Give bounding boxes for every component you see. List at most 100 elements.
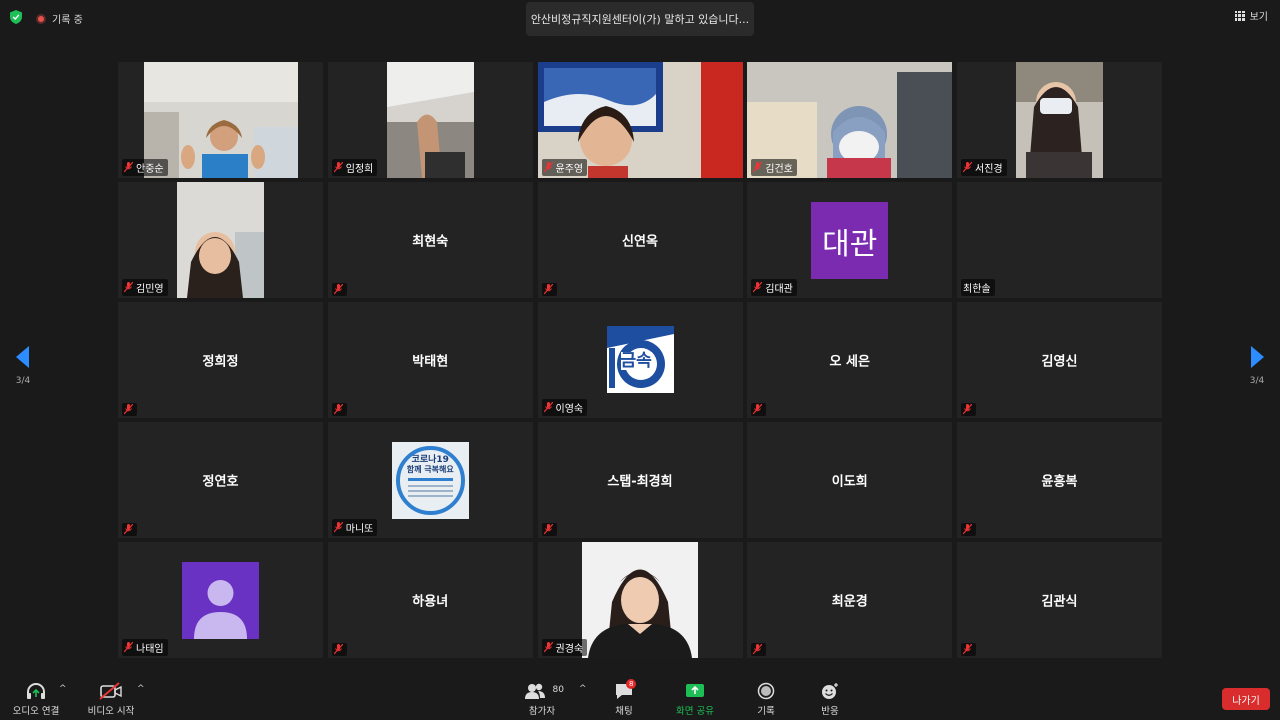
- participant-tile[interactable]: 오 세은: [747, 302, 953, 418]
- participant-display-name: 오 세은: [829, 354, 870, 370]
- participant-name-label: 권경숙: [541, 639, 588, 656]
- record-icon: [757, 682, 775, 700]
- mic-muted-icon: [963, 524, 972, 535]
- mic-muted-icon: [333, 522, 343, 533]
- participant-name-label: 이영숙: [541, 399, 588, 416]
- record-button[interactable]: 기록: [748, 682, 784, 717]
- participant-tile[interactable]: 이도희: [747, 422, 953, 538]
- participant-name-label: [961, 403, 976, 416]
- participant-name-label: [331, 403, 347, 416]
- audio-options-caret[interactable]: ^: [59, 684, 67, 694]
- default-avatar: [182, 562, 259, 639]
- participant-name-label: 서진경: [961, 159, 1007, 176]
- mic-muted-icon: [963, 644, 972, 655]
- participant-tile[interactable]: 신연옥: [537, 182, 743, 298]
- mic-muted-icon: [124, 404, 133, 415]
- participant-tile[interactable]: 김건호: [747, 62, 953, 178]
- shield-icon[interactable]: [10, 10, 22, 24]
- participants-options-caret[interactable]: ^: [579, 684, 587, 694]
- participant-display-name: 최운경: [831, 594, 868, 610]
- arrow-right-icon: [1251, 346, 1264, 368]
- mic-muted-icon: [124, 282, 133, 293]
- participant-tile[interactable]: 나태임: [118, 542, 323, 658]
- mic-muted-icon: [753, 644, 763, 655]
- mic-muted-icon: [124, 642, 133, 653]
- participant-tile[interactable]: 대관 김대관: [747, 182, 953, 298]
- participant-name-label: [751, 403, 767, 416]
- participant-name-label: 김대관: [751, 279, 797, 296]
- mic-muted-icon: [543, 642, 553, 653]
- participant-tile[interactable]: 박태현: [327, 302, 533, 418]
- person-icon: [194, 580, 247, 639]
- video-options-caret[interactable]: ^: [137, 684, 145, 694]
- participant-tile[interactable]: 서진경: [957, 62, 1162, 178]
- chat-button[interactable]: 8 채팅: [606, 679, 642, 717]
- video-button[interactable]: 비디오 시작: [84, 682, 138, 717]
- covid-poster: 코로나19 함께 극복해요: [391, 442, 469, 519]
- participant-name-label: 임정희: [331, 159, 378, 176]
- participant-tile[interactable]: 정연호: [118, 422, 323, 538]
- participant-tile[interactable]: 최운경: [747, 542, 953, 658]
- participant-name-label: 윤주영: [541, 159, 588, 176]
- camera-off-icon: [99, 682, 122, 700]
- participant-name-label: 김민영: [122, 279, 168, 296]
- smiley-icon: [822, 683, 838, 699]
- next-page-button[interactable]: 3/4: [1242, 346, 1272, 396]
- view-button[interactable]: 보기: [1234, 8, 1268, 23]
- participant-name-label: [122, 523, 137, 536]
- participant-display-name: 정희정: [202, 354, 239, 370]
- participant-tile[interactable]: 최현숙: [327, 182, 533, 298]
- participants-button[interactable]: 80 참가자: [520, 682, 564, 717]
- participant-tile[interactable]: 정희정: [118, 302, 323, 418]
- mic-muted-icon: [543, 524, 553, 535]
- mic-muted-icon: [963, 404, 972, 415]
- people-icon: [524, 683, 545, 699]
- participant-tile[interactable]: 김민영: [118, 182, 323, 298]
- participant-name-label: 김건호: [751, 159, 797, 176]
- share-screen-icon: [686, 684, 704, 697]
- participant-tile[interactable]: 최한솔: [957, 182, 1162, 298]
- participant-tile[interactable]: 권경숙: [537, 542, 743, 658]
- participant-tile[interactable]: 김영신: [957, 302, 1162, 418]
- participant-display-name: 박태현: [412, 354, 449, 370]
- participant-name-label: 마니또: [331, 519, 378, 536]
- recording-label: 기록 중: [52, 15, 83, 26]
- participant-tile[interactable]: 김관식: [957, 542, 1162, 658]
- mic-muted-icon: [333, 644, 343, 655]
- previous-page-button[interactable]: 3/4: [8, 346, 38, 396]
- mic-muted-icon: [333, 284, 343, 295]
- page-indicator-left: 3/4: [15, 376, 31, 386]
- participants-count: 80: [552, 684, 564, 695]
- participant-display-name: 김관식: [1041, 594, 1078, 610]
- recording-indicator[interactable]: 기록 중: [36, 11, 83, 26]
- participant-display-name: 신연옥: [622, 234, 658, 250]
- participant-name-label: [541, 283, 557, 296]
- leave-meeting-button[interactable]: 나가기: [1222, 688, 1270, 710]
- mic-muted-icon: [543, 162, 553, 173]
- participant-tile[interactable]: 하용녀: [327, 542, 533, 658]
- mic-muted-icon: [753, 162, 763, 173]
- participant-name-label: [331, 283, 347, 296]
- participant-display-name: 김영신: [1041, 354, 1078, 370]
- participant-tile[interactable]: 임정희: [327, 62, 533, 178]
- participant-tile[interactable]: 코로나19 함께 극복해요 마니또: [327, 422, 533, 538]
- participant-name-label: 안중순: [122, 159, 168, 176]
- participant-tile[interactable]: 안중순: [118, 62, 323, 178]
- participant-video: [386, 62, 474, 178]
- participant-display-name: 스탭-최경희: [607, 474, 673, 490]
- participant-tile[interactable]: 윤흥복: [957, 422, 1162, 538]
- mic-muted-icon: [543, 284, 553, 295]
- participant-tile[interactable]: 금속 이영숙: [537, 302, 743, 418]
- share-screen-button[interactable]: 화면 공유: [670, 682, 720, 717]
- participant-tile[interactable]: 윤주영: [537, 62, 743, 178]
- active-speaker-banner: 안산비정규직지원센터이(가) 말하고 있습니다...: [526, 2, 754, 36]
- grid-view-icon: [1234, 10, 1245, 21]
- reactions-button[interactable]: 반응: [812, 682, 848, 717]
- participant-tile[interactable]: 스탭-최경희: [537, 422, 743, 538]
- participant-name-label: [122, 403, 137, 416]
- mic-muted-icon: [543, 402, 553, 413]
- mic-muted-icon: [963, 162, 972, 173]
- participant-video: [581, 542, 698, 658]
- audio-button[interactable]: 오디오 연결: [10, 682, 62, 717]
- page-indicator-right: 3/4: [1249, 376, 1265, 386]
